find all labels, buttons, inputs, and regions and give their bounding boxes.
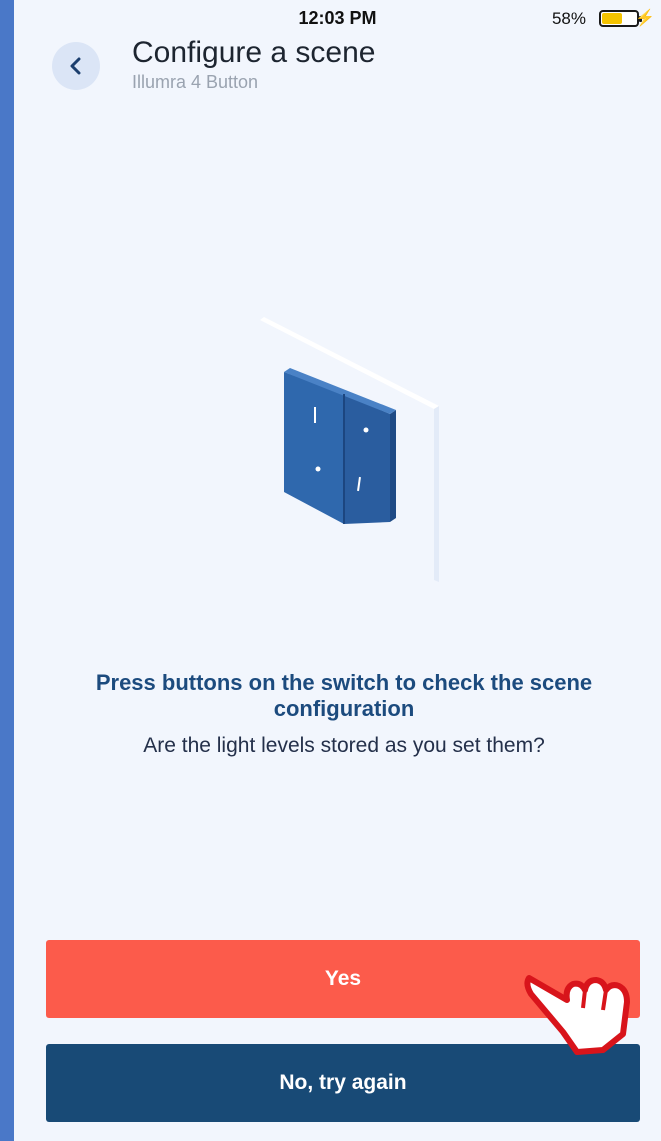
back-button[interactable] [52, 42, 100, 90]
prompt-body: Are the light levels stored as you set t… [143, 734, 545, 757]
page-title: Configure a scene [132, 36, 376, 69]
page-subtitle: Illumra 4 Button [132, 72, 259, 92]
battery-level-fill [602, 13, 622, 24]
battery-icon [599, 10, 642, 27]
pointing-hand-icon [524, 975, 630, 1055]
wall-switch-illustration [260, 317, 439, 582]
status-bar: 12:03 PM 58% ⚡ [14, 0, 661, 34]
charging-bolt-icon: ⚡ [635, 10, 655, 27]
chevron-left-icon [70, 57, 81, 75]
prompt-heading: Press buttons on the switch to check the… [95, 670, 593, 721]
app-screen: 12:03 PM 58% ⚡ Configure a scene Illumra… [14, 0, 661, 1141]
battery-percent: 58% [551, 9, 586, 28]
